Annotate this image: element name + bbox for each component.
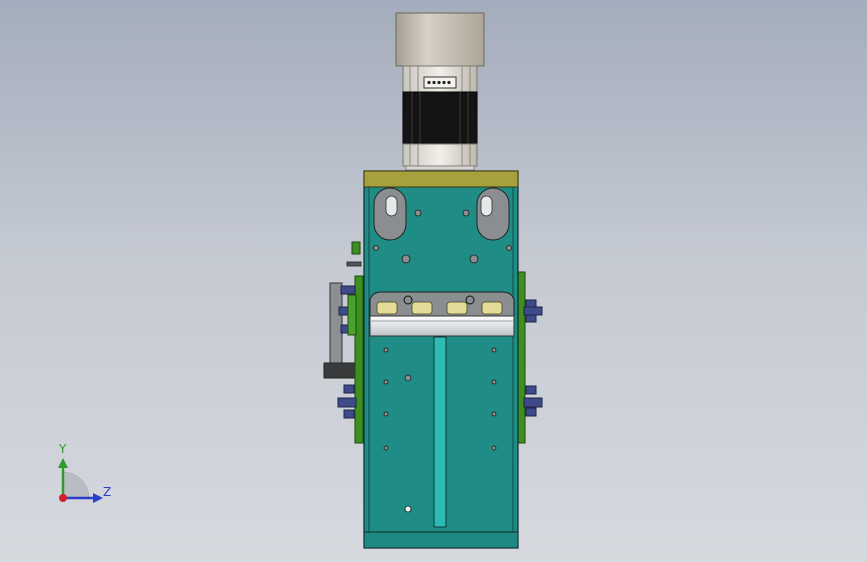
left-side-assembly[interactable] <box>323 241 364 444</box>
top-slot-left <box>373 187 407 241</box>
center-guide-slot <box>433 336 447 528</box>
motor-stator-body <box>402 91 478 145</box>
x-axis-dot <box>59 494 67 502</box>
z-axis-label: Z <box>103 485 112 499</box>
plate-bottom-strip <box>363 531 519 549</box>
left-green-block <box>347 294 357 336</box>
left-small-clip <box>346 261 362 267</box>
servo-motor[interactable] <box>395 12 485 171</box>
conveyor-belt <box>369 315 515 337</box>
left-sensor <box>351 241 361 255</box>
y-axis-label: Y <box>59 442 67 456</box>
motor-flange <box>402 143 478 167</box>
left-bracket-vertical <box>329 282 343 366</box>
motor-mount-bolts <box>405 165 475 171</box>
right-side-assembly[interactable] <box>516 271 543 444</box>
y-axis-arrow <box>58 458 68 468</box>
triad-quarter-disc <box>62 471 90 499</box>
cad-viewport[interactable] <box>0 0 867 562</box>
right-clamp-blocks <box>523 299 543 417</box>
coordinate-triad <box>58 458 103 503</box>
z-axis-arrow <box>93 493 103 503</box>
top-mount-plate <box>363 170 519 188</box>
motor-end-cap <box>395 12 485 67</box>
top-slot-right <box>476 187 510 241</box>
main-base-plate[interactable] <box>363 170 519 549</box>
